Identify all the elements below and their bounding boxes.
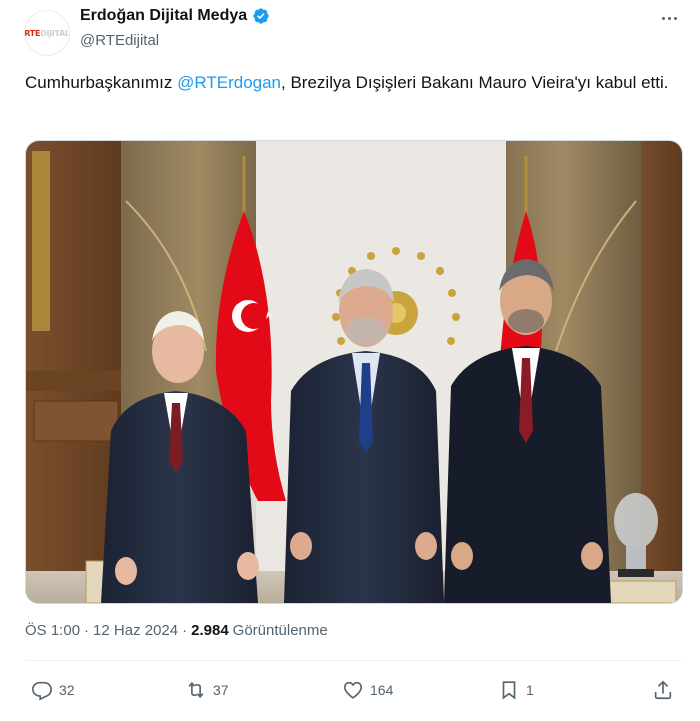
more-options-icon[interactable]: [656, 8, 682, 28]
reply-button[interactable]: 32: [31, 679, 75, 701]
share-icon: [654, 680, 672, 700]
tweet-meta: ÖS 1:00 · 12 Haz 2024 · 2.984 Görüntülen…: [25, 622, 328, 639]
repost-count: 37: [213, 682, 229, 698]
tweet-header: RTEDIJITAL Erdoğan Dijital Medya @RTEdij…: [0, 0, 700, 60]
tweet-date[interactable]: 12 Haz 2024: [93, 622, 178, 639]
tweet-text-part: Cumhurbaşkanımız: [25, 73, 178, 92]
like-count: 164: [370, 682, 394, 698]
author-name-row: Erdoğan Dijital Medya: [80, 7, 270, 25]
author-display-name[interactable]: Erdoğan Dijital Medya: [80, 7, 247, 25]
tweet-text: Cumhurbaşkanımız @RTErdogan, Brezilya Dı…: [25, 70, 675, 96]
avatar-logo: RTEDIJITAL: [24, 28, 70, 38]
share-button[interactable]: [652, 679, 674, 701]
mention-link[interactable]: @RTErdogan: [177, 73, 281, 92]
action-bar: 32 37 164 1: [25, 675, 681, 707]
reply-icon: [32, 681, 52, 701]
tweet-photo[interactable]: [25, 140, 683, 604]
reply-count: 32: [59, 682, 75, 698]
bookmark-count: 1: [526, 682, 534, 698]
like-button[interactable]: 164: [342, 679, 393, 701]
bookmark-button[interactable]: 1: [498, 679, 534, 701]
like-icon: [343, 681, 363, 699]
meta-separator: ·: [84, 622, 90, 639]
view-count-label: Görüntülenme: [232, 622, 328, 639]
avatar[interactable]: RTEDIJITAL: [24, 10, 70, 56]
divider: [25, 660, 681, 661]
bookmark-icon: [502, 681, 516, 700]
photo-scene: [26, 141, 682, 603]
author-handle[interactable]: @RTEdijital: [80, 32, 159, 49]
meta-separator: ·: [182, 622, 188, 639]
view-count: 2.984: [191, 622, 229, 639]
tweet-text-part: , Brezilya Dışişleri Bakanı Mauro Vieira…: [281, 73, 669, 92]
repost-icon: [188, 681, 204, 699]
repost-button[interactable]: 37: [185, 679, 229, 701]
tweet-time[interactable]: ÖS 1:00: [25, 622, 80, 639]
verified-badge-icon: [253, 8, 269, 24]
